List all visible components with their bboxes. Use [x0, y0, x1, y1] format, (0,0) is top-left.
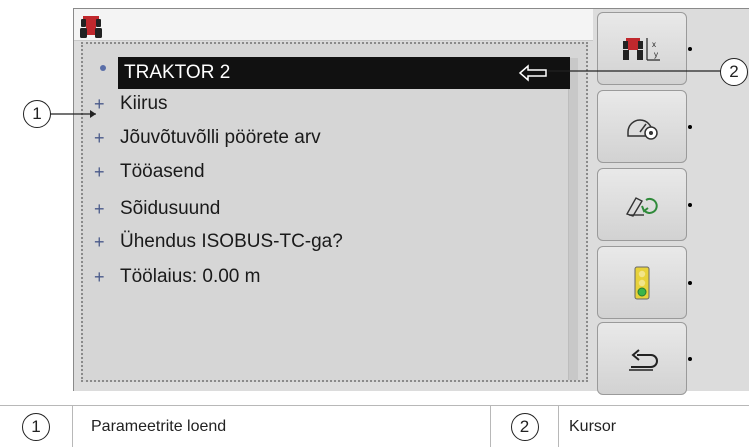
softkey-speed-sensor[interactable] — [597, 90, 692, 163]
list-item[interactable]: + Sõidusuund — [94, 193, 570, 225]
speed-sensor-icon — [627, 118, 658, 140]
list-item[interactable]: + Ühendus ISOBUS-TC-ga? — [94, 226, 570, 258]
tractor-xy-icon: x y — [623, 37, 660, 61]
softkey-tractor-xy[interactable]: x y — [597, 12, 692, 85]
legend-text-1: Parameetrite loend — [73, 406, 491, 447]
softkey-traffic-light[interactable] — [597, 246, 692, 319]
selected-bullet-icon — [100, 65, 106, 71]
expand-plus-icon: + — [94, 266, 105, 287]
expand-plus-icon: + — [94, 231, 105, 252]
cursor-arrow-icon — [518, 64, 547, 82]
legend-number-2: 2 — [510, 413, 539, 441]
pto-rotation-icon — [625, 196, 658, 217]
list-item[interactable]: + Tööasend — [94, 156, 570, 188]
list-item-label: Töölaius: 0.00 m — [120, 266, 261, 287]
legend-table: 1 Parameetrite loend 2 Kursor — [0, 405, 749, 447]
softkey-pto-rotation[interactable] — [597, 168, 692, 241]
list-item[interactable]: + Töölaius: 0.00 m — [94, 261, 570, 293]
list-item-label: Tööasend — [120, 161, 205, 182]
expand-plus-icon: + — [94, 93, 105, 114]
legend-text-2: Kursor — [569, 418, 617, 435]
list-item-label: Kiirus — [120, 93, 168, 114]
expand-plus-icon: + — [94, 127, 105, 148]
list-item[interactable]: + Jõuvõtuvõlli pöörete arv — [94, 122, 570, 154]
expand-plus-icon: + — [94, 198, 105, 219]
list-item-selected[interactable]: TRAKTOR 2 — [118, 57, 570, 89]
traffic-light-icon — [634, 266, 650, 299]
list-item-label: Ühendus ISOBUS-TC-ga? — [120, 231, 343, 252]
axis-x-label: x — [652, 40, 656, 49]
tractor-icon — [80, 16, 102, 38]
callout-1: 1 — [23, 100, 51, 128]
legend-number-1: 1 — [22, 413, 50, 441]
softkey-back[interactable] — [597, 322, 692, 395]
list-item-label: Sõidusuund — [120, 198, 221, 219]
list-item-label: TRAKTOR 2 — [124, 62, 231, 83]
axis-y-label: y — [654, 50, 658, 59]
list-item-label: Jõuvõtuvõlli pöörete arv — [120, 127, 321, 148]
screen-header — [74, 9, 593, 41]
back-return-icon — [629, 348, 658, 371]
expand-plus-icon: + — [94, 161, 105, 182]
callout-2: 2 — [720, 58, 748, 86]
list-item[interactable]: + Kiirus — [94, 88, 570, 120]
